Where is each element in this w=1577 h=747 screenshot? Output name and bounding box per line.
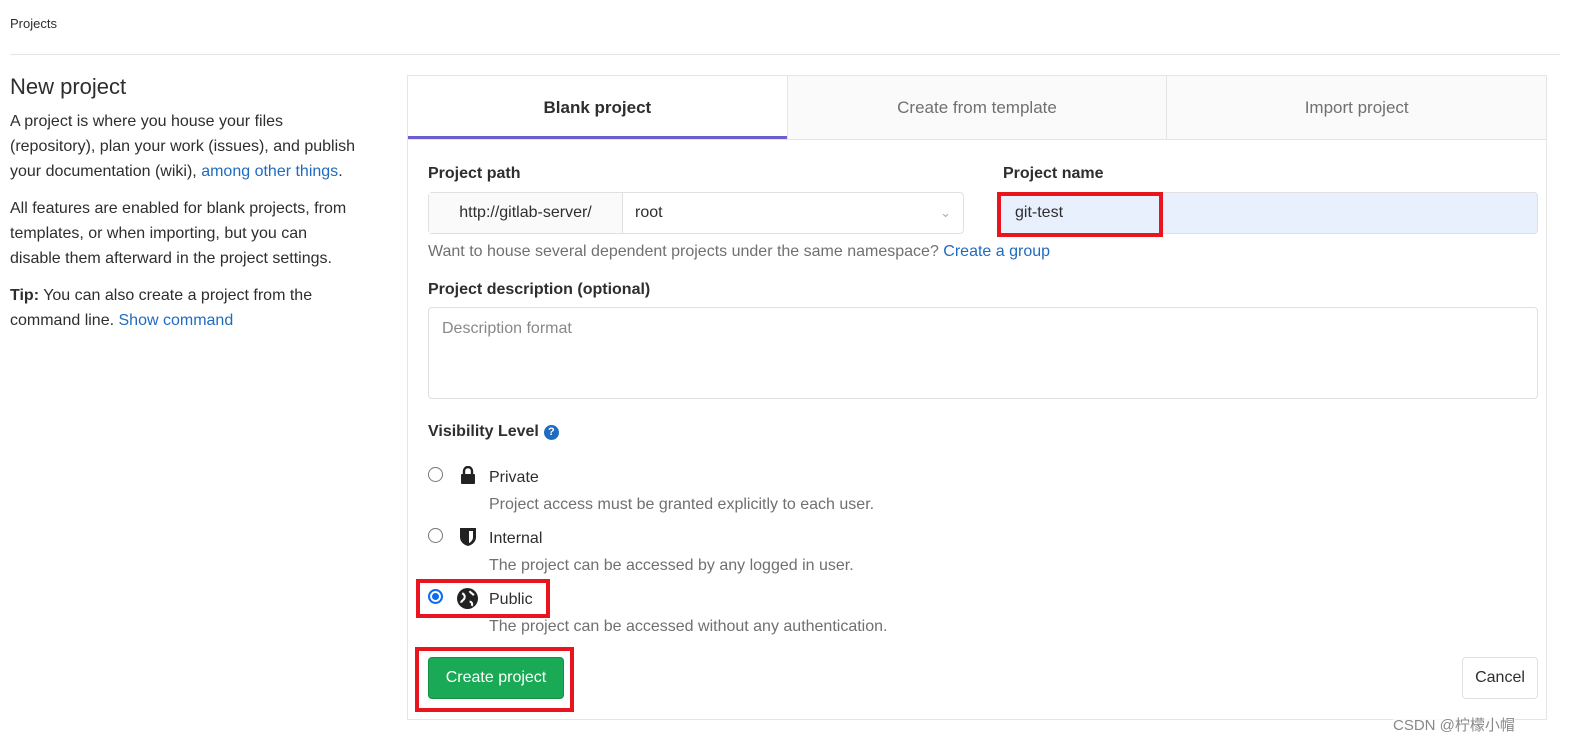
watermark: CSDN @柠檬小帽 xyxy=(1393,714,1515,735)
features-text: All features are enabled for blank proje… xyxy=(10,200,347,267)
help-icon[interactable]: ? xyxy=(543,424,559,440)
namespace-select[interactable]: root ⌄ xyxy=(623,204,963,222)
tab-import-project[interactable]: Import project xyxy=(1166,76,1547,139)
project-path-group: http://gitlab-server/ root ⌄ xyxy=(428,192,964,234)
project-name-label: Project name xyxy=(1003,165,1104,182)
show-command-link[interactable]: Show command xyxy=(119,312,234,329)
sidebar-info: New project A project is where you house… xyxy=(10,74,360,345)
radio-internal[interactable] xyxy=(428,528,443,543)
create-group-link[interactable]: Create a group xyxy=(943,243,1050,260)
cancel-button[interactable]: Cancel xyxy=(1462,657,1538,699)
chevron-down-icon: ⌄ xyxy=(940,205,951,220)
breadcrumb-projects[interactable]: Projects xyxy=(10,16,57,31)
tabs: Blank project Create from template Impor… xyxy=(408,76,1547,140)
tab-blank-project[interactable]: Blank project xyxy=(408,76,787,139)
project-path-label: Project path xyxy=(428,165,521,182)
group-help: Want to house several dependent projects… xyxy=(428,243,1051,260)
highlight-box xyxy=(415,647,574,712)
lock-icon xyxy=(461,466,475,484)
visibility-label: Visibility Level? xyxy=(428,423,559,441)
shield-icon xyxy=(460,528,476,546)
divider xyxy=(10,54,1560,55)
tip-text: Tip: You can also create a project from … xyxy=(10,287,313,329)
description-textarea[interactable]: Description format xyxy=(428,307,1538,399)
intro-text: A project is where you house your files … xyxy=(10,113,356,180)
tab-create-from-template[interactable]: Create from template xyxy=(786,76,1167,139)
among-other-things-link[interactable]: among other things xyxy=(201,163,338,180)
description-label: Project description (optional) xyxy=(428,281,651,298)
highlight-box xyxy=(997,192,1163,237)
highlight-box xyxy=(416,579,550,618)
path-prefix: http://gitlab-server/ xyxy=(429,193,623,233)
radio-private[interactable] xyxy=(428,467,443,482)
page-title: New project xyxy=(10,74,127,99)
